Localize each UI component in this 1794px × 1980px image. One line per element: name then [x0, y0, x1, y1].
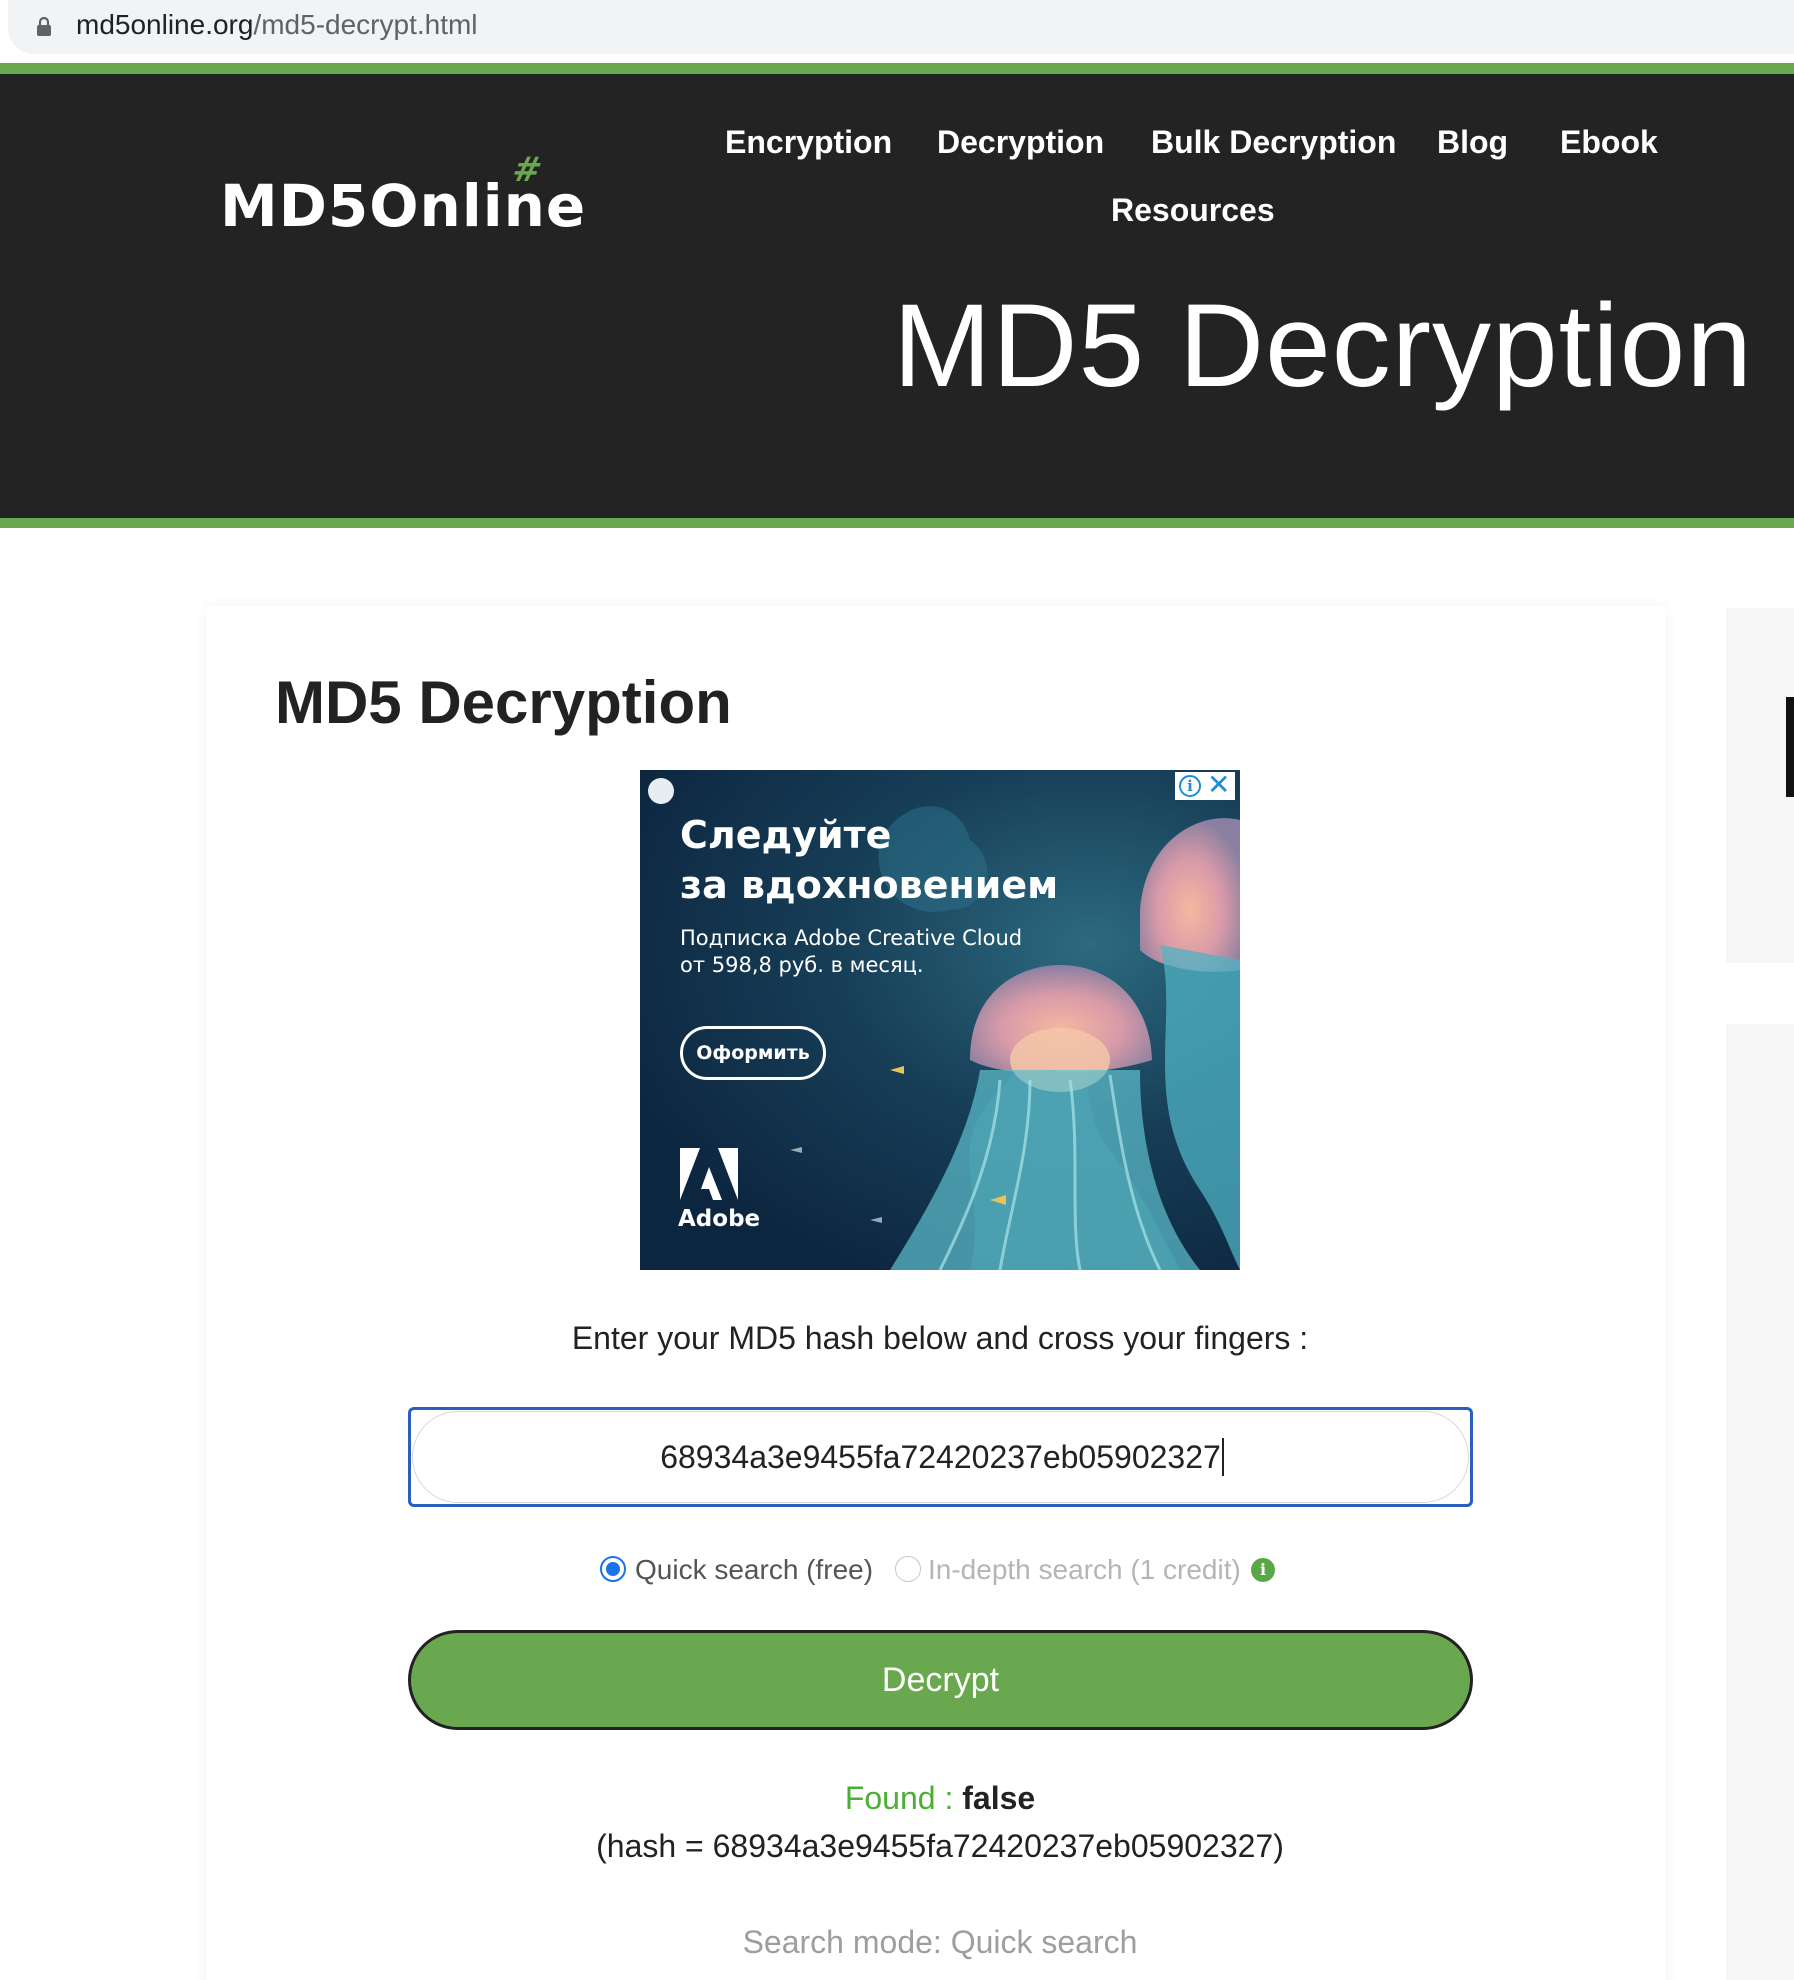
ad-subtext-line2: от 598,8 руб. в месяц. — [680, 953, 924, 977]
hash-prompt: Enter your MD5 hash below and cross your… — [571, 1320, 1309, 1356]
ad-choices-badge[interactable] — [648, 778, 674, 804]
quick-search-label[interactable]: Quick search (free) — [635, 1554, 873, 1586]
adobe-logo-icon — [680, 1148, 738, 1200]
url-text[interactable]: md5online.org/md5-decrypt.html — [76, 9, 478, 41]
md5-hash-input[interactable] — [408, 1407, 1473, 1507]
result-found: Found : false — [0, 1780, 1794, 1817]
nav-bulk-decryption[interactable]: Bulk Decryption — [1151, 124, 1396, 161]
result-hash: (hash = 68934a3e9455fa72420237eb05902327… — [596, 1828, 1284, 1864]
sidebar-box-top — [1726, 608, 1794, 963]
header-bottom-accent — [0, 518, 1794, 528]
browser-address-bar: md5online.org/md5-decrypt.html — [0, 0, 1794, 60]
indepth-search-radio[interactable] — [895, 1556, 921, 1582]
info-icon[interactable]: i — [1251, 1558, 1275, 1582]
nav-encryption[interactable]: Encryption — [725, 124, 892, 161]
nav-ebook[interactable]: Ebook — [1560, 124, 1658, 161]
found-value: false — [962, 1780, 1036, 1816]
header-top-accent — [0, 63, 1794, 74]
quick-search-radio[interactable] — [600, 1556, 626, 1582]
ad-brand-label: Adobe — [678, 1206, 761, 1232]
ad-info-icon[interactable]: i — [1179, 775, 1201, 797]
lock-icon — [37, 17, 51, 36]
nav-decryption[interactable]: Decryption — [937, 124, 1104, 161]
ad-headline-line2: за вдохновением — [680, 863, 1059, 907]
sidebar-scroll-marker — [1786, 697, 1794, 797]
result-search-mode: Search mode: Quick search — [742, 1924, 1138, 1960]
ad-close-icon[interactable]: ✕ — [1207, 770, 1230, 800]
ad-info-controls: i ✕ — [1175, 770, 1235, 800]
hero-title: MD5 Decryption — [893, 280, 1753, 412]
indepth-search-label[interactable]: In-depth search (1 credit) — [928, 1554, 1241, 1586]
advertisement[interactable]: i ✕ Следуйте за вдохновением Подписка Ad… — [640, 770, 1240, 1270]
url-domain: md5online.org — [76, 9, 254, 40]
ad-subtext: Подписка Adobe Creative Cloud от 598,8 р… — [680, 925, 1022, 979]
ad-headline-line1: Следуйте — [680, 813, 892, 857]
text-caret — [1222, 1438, 1224, 1476]
ad-cta-button[interactable]: Оформить — [680, 1026, 826, 1080]
ad-subtext-line1: Подписка Adobe Creative Cloud — [680, 926, 1023, 950]
ad-headline: Следуйте за вдохновением — [680, 810, 1058, 910]
nav-resources[interactable]: Resources — [1111, 192, 1275, 229]
nav-blog[interactable]: Blog — [1437, 124, 1508, 161]
decrypt-button[interactable]: Decrypt — [408, 1630, 1473, 1730]
page-title: MD5 Decryption — [275, 669, 732, 736]
found-label: Found : — [844, 1780, 954, 1816]
url-path: /md5-decrypt.html — [253, 9, 478, 40]
